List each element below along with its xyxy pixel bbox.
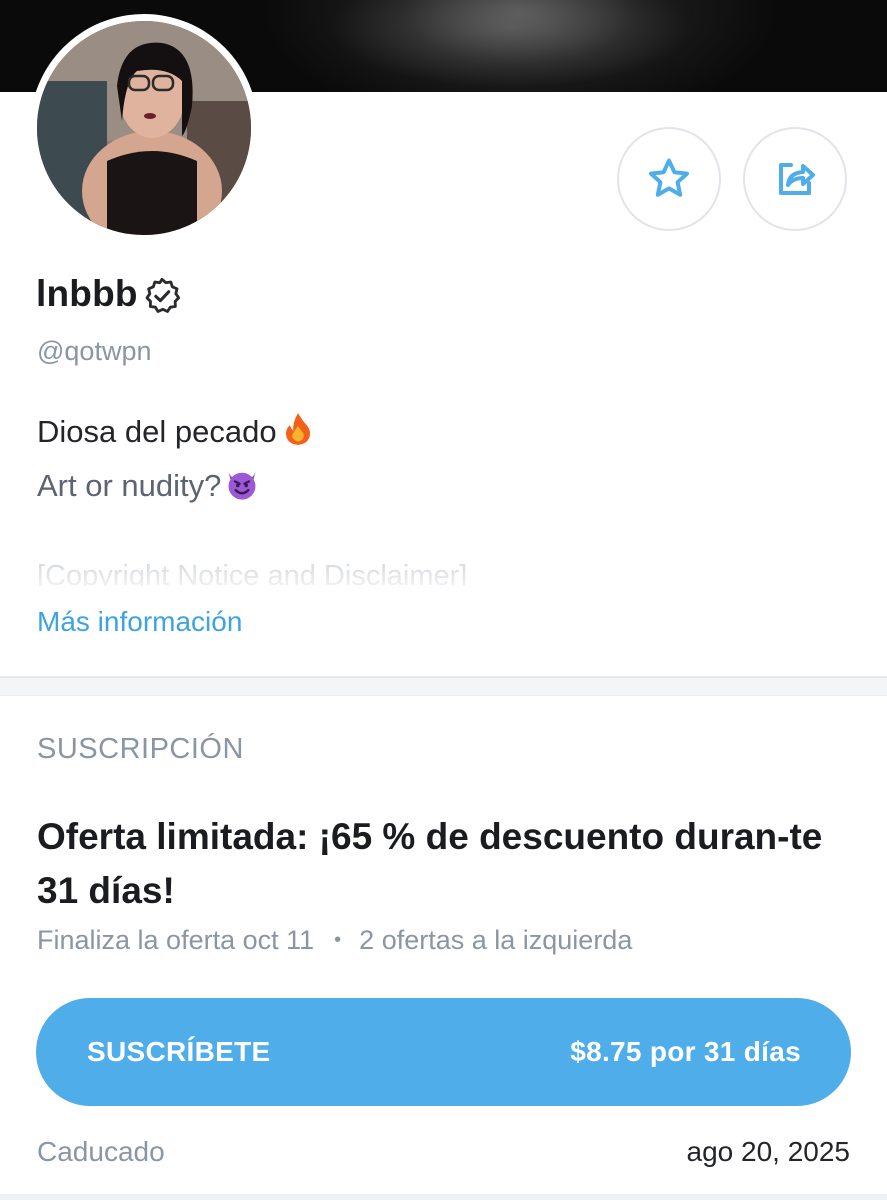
offer-ends-text: Finaliza la oferta oct 11 [37,925,315,955]
offers-left-text: 2 ofertas a la izquierda [359,925,633,955]
subscribe-button-label: SUSCRÍBETE [87,1036,271,1067]
avatar-photo [37,21,251,235]
expired-label: Caducado [37,1136,165,1167]
fire-emoji-icon [285,413,310,445]
subscribe-button[interactable]: SUSCRÍBETE $8.75 por 31 días [36,998,851,1106]
subscription-section-title: SUSCRIPCIÓN [37,733,244,765]
profile-name-row: lnbbb [36,272,182,316]
share-icon [779,163,815,195]
section-divider [0,676,887,696]
profile-handle: @qotwpn [37,336,152,366]
offer-meta: Finaliza la oferta oct 11 • 2 ofertas a … [37,925,632,956]
expired-date: ago 20, 2025 [686,1136,851,1167]
avatar-frame [30,14,258,242]
subscribe-button-price: $8.75 por 31 días [570,1036,801,1067]
share-button[interactable] [743,127,847,231]
avatar[interactable] [37,21,251,235]
offer-title: Oferta limitada: ¡65 % de descuento dura… [37,816,823,911]
meta-separator: • [334,929,342,951]
bio-text-2: Art or nudity? [37,468,222,503]
more-info-link[interactable]: Más información [37,606,242,638]
profile-bio: Diosa del pecado Art or nudity? [37,405,317,513]
bio-text-1: Diosa del pecado [37,414,277,449]
bio-line-1: Diosa del pecado [37,405,317,459]
verified-badge-icon [145,277,180,313]
smiling-devil-emoji-icon [228,468,257,500]
bio-line-2: Art or nudity? [37,459,317,513]
bottom-divider [0,1194,887,1200]
star-icon [649,158,689,197]
profile-name: lnbbb [36,273,138,314]
favorite-button[interactable] [617,127,721,231]
bio-faded-text: [Copyright Notice and Disclaimer] [37,560,637,586]
